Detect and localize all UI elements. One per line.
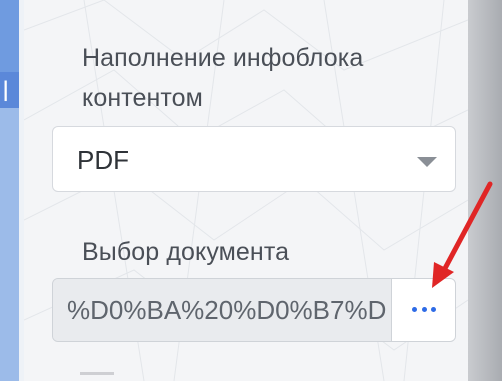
content-fill-label: Наполнение инфоблока контентом bbox=[82, 44, 364, 112]
document-field bbox=[52, 278, 456, 342]
document-path-input[interactable] bbox=[53, 279, 391, 341]
content-type-select-value: PDF bbox=[77, 145, 129, 175]
sidebar-glyph-icon: | bbox=[2, 77, 10, 101]
ellipsis-icon bbox=[412, 307, 436, 313]
chevron-down-icon bbox=[417, 157, 437, 167]
ellipsis-dot bbox=[421, 307, 427, 312]
document-select-label: Выбор документа bbox=[82, 238, 290, 266]
ellipsis-dot bbox=[431, 307, 436, 312]
ellipsis-dot bbox=[412, 307, 417, 312]
screen: | Наполнение инфоблока контентом PDF Выб… bbox=[0, 0, 502, 381]
content-type-select[interactable]: PDF bbox=[52, 126, 456, 192]
next-field-partial bbox=[80, 372, 114, 380]
annotation-arrow bbox=[432, 181, 493, 288]
left-sidebar-strip: | bbox=[0, 0, 24, 381]
settings-panel: Наполнение инфоблока контентом PDF Выбор… bbox=[24, 0, 468, 381]
